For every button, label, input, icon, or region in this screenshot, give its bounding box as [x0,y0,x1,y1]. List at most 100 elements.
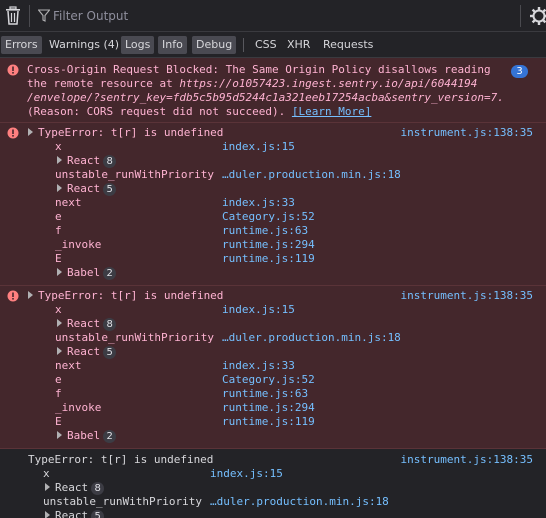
frame-group-react[interactable]: React 8 [57,154,546,168]
frame-function: unstable_runWithPriority [43,495,202,508]
filter-css-button[interactable]: CSS [251,36,281,54]
expand-arrow-icon[interactable] [28,128,33,136]
source-link[interactable]: instrument.js:138:35 [401,453,533,467]
trash-icon[interactable] [4,6,22,26]
filter-warnings-button[interactable]: Warnings (4) [45,36,123,54]
frame-function: next [55,359,82,372]
expand-arrow-icon[interactable] [28,291,33,299]
filter-info-button[interactable]: Info [158,36,187,54]
stack-frame[interactable]: f runtime.js:63 [0,387,546,401]
frame-group-react[interactable]: React 8 [45,481,546,495]
cors-line-1: Cross-Origin Request Blocked: The Same O… [27,63,491,76]
stack-frame[interactable]: e Category.js:52 [0,373,546,387]
frame-function: unstable_runWithPriority [55,168,214,181]
frame-location[interactable]: runtime.js:119 [222,252,315,266]
frame-function: _invoke [55,238,102,251]
stack-frame[interactable]: _invoke runtime.js:294 [0,401,546,415]
frame-function: f [55,224,62,237]
frame-function: e [55,373,62,386]
frame-group-label: React [55,481,89,494]
filter-separator [243,38,244,52]
gear-icon[interactable] [529,6,546,26]
frame-function: f [55,387,62,400]
expand-arrow-icon[interactable] [57,347,62,355]
filter-errors-button[interactable]: Errors [1,36,42,54]
frame-location[interactable]: runtime.js:63 [222,387,308,401]
stack-frame[interactable]: next index.js:33 [0,359,546,373]
stack-frame[interactable]: x index.js:15 [0,140,546,154]
frame-location[interactable]: runtime.js:119 [222,415,315,429]
type-error-message[interactable]: TypeError: t[r] is undefined instrument.… [0,123,546,286]
frame-function: _invoke [55,401,102,414]
frame-count-badge: 5 [91,510,105,518]
filter-output-input[interactable] [53,8,493,24]
filter-debug-button[interactable]: Debug [192,36,237,54]
frame-function: E [55,415,62,428]
stack-frame[interactable]: Eruntime.js:119 [0,415,546,429]
error-title: TypeError: t[r] is undefined [38,289,224,302]
stack-frame[interactable]: x index.js:15 [0,467,546,481]
frame-group-babel[interactable]: Babel 2 [57,429,546,443]
cors-reason: (Reason: CORS request did not succeed). [27,105,292,118]
frame-group-label: React [67,182,101,195]
frame-location[interactable]: index.js:15 [222,140,295,154]
stack-frame[interactable]: unstable_runWithPriority …duler.productio… [0,331,546,345]
frame-count-badge: 2 [103,267,117,280]
frame-group-react[interactable]: React 8 [57,317,546,331]
frame-location[interactable]: runtime.js:63 [222,224,308,238]
frame-group-react[interactable]: React 5 [57,182,546,196]
stack-frame[interactable]: f runtime.js:63 [0,224,546,238]
frame-function: E [55,252,62,265]
type-error-message[interactable]: TypeError: t[r] is undefined instrument.… [0,286,546,449]
frame-group-react[interactable]: React 5 [45,509,546,518]
stack-frame[interactable]: x index.js:15 [0,303,546,317]
frame-location[interactable]: Category.js:52 [222,373,315,387]
stack-frame[interactable]: unstable_runWithPriority …duler.productio… [0,495,546,509]
stack-frame[interactable]: e Category.js:52 [0,210,546,224]
frame-location[interactable]: index.js:15 [222,303,295,317]
stack-frame[interactable]: _invoke runtime.js:294 [0,238,546,252]
filter-logs-button[interactable]: Logs [121,36,155,54]
expand-arrow-icon[interactable] [57,184,62,192]
learn-more-link[interactable]: [Learn More] [292,105,371,118]
frame-function: next [55,196,82,209]
filter-requests-button[interactable]: Requests [319,36,377,54]
expand-arrow-icon[interactable] [45,511,50,518]
frame-function: x [43,467,50,480]
frame-group-label: React [67,154,101,167]
frame-location[interactable]: runtime.js:294 [222,401,315,415]
frame-location[interactable]: index.js:15 [210,467,283,481]
expand-arrow-icon[interactable] [45,483,50,491]
expand-arrow-icon[interactable] [57,156,62,164]
frame-count-badge: 2 [103,430,117,443]
frame-location[interactable]: Category.js:52 [222,210,315,224]
cors-error-message[interactable]: 3 Cross-Origin Request Blocked: The Same… [0,58,546,123]
frame-group-label: React [55,509,89,518]
frame-location[interactable]: …duler.production.min.js:18 [222,168,401,182]
source-link[interactable]: instrument.js:138:35 [401,289,533,303]
toolbar-separator [29,5,30,27]
frame-location[interactable]: index.js:33 [222,359,295,373]
source-link[interactable]: instrument.js:138:35 [401,126,533,140]
frame-location[interactable]: …duler.production.min.js:18 [210,495,389,509]
frame-location[interactable]: index.js:33 [222,196,295,210]
type-error-message[interactable]: TypeError: t[r] is undefined instrument.… [0,449,546,518]
stack-frame[interactable]: next index.js:33 [0,196,546,210]
frame-function: e [55,210,62,223]
frame-group-react[interactable]: React 5 [57,345,546,359]
cors-line-4: (Reason: CORS request did not succeed). … [27,105,546,119]
frame-location[interactable]: runtime.js:294 [222,238,315,252]
filter-xhr-button[interactable]: XHR [283,36,314,54]
toolbar-separator [520,5,521,27]
stack-frame[interactable]: Eruntime.js:119 [0,252,546,266]
log-level-filter-bar: Errors Warnings (4) Logs Info Debug CSS … [0,32,546,58]
cors-url: https://o1057423.ingest.sentry.io/api/60… [179,77,478,90]
frame-function: unstable_runWithPriority [55,331,214,344]
expand-arrow-icon[interactable] [57,319,62,327]
stack-frame[interactable]: unstable_runWithPriority …duler.productio… [0,168,546,182]
frame-location[interactable]: …duler.production.min.js:18 [222,331,401,345]
cors-line-2-prefix: the remote resource at [27,77,180,90]
frame-group-babel[interactable]: Babel 2 [57,266,546,280]
expand-arrow-icon[interactable] [57,268,62,276]
expand-arrow-icon[interactable] [57,431,62,439]
